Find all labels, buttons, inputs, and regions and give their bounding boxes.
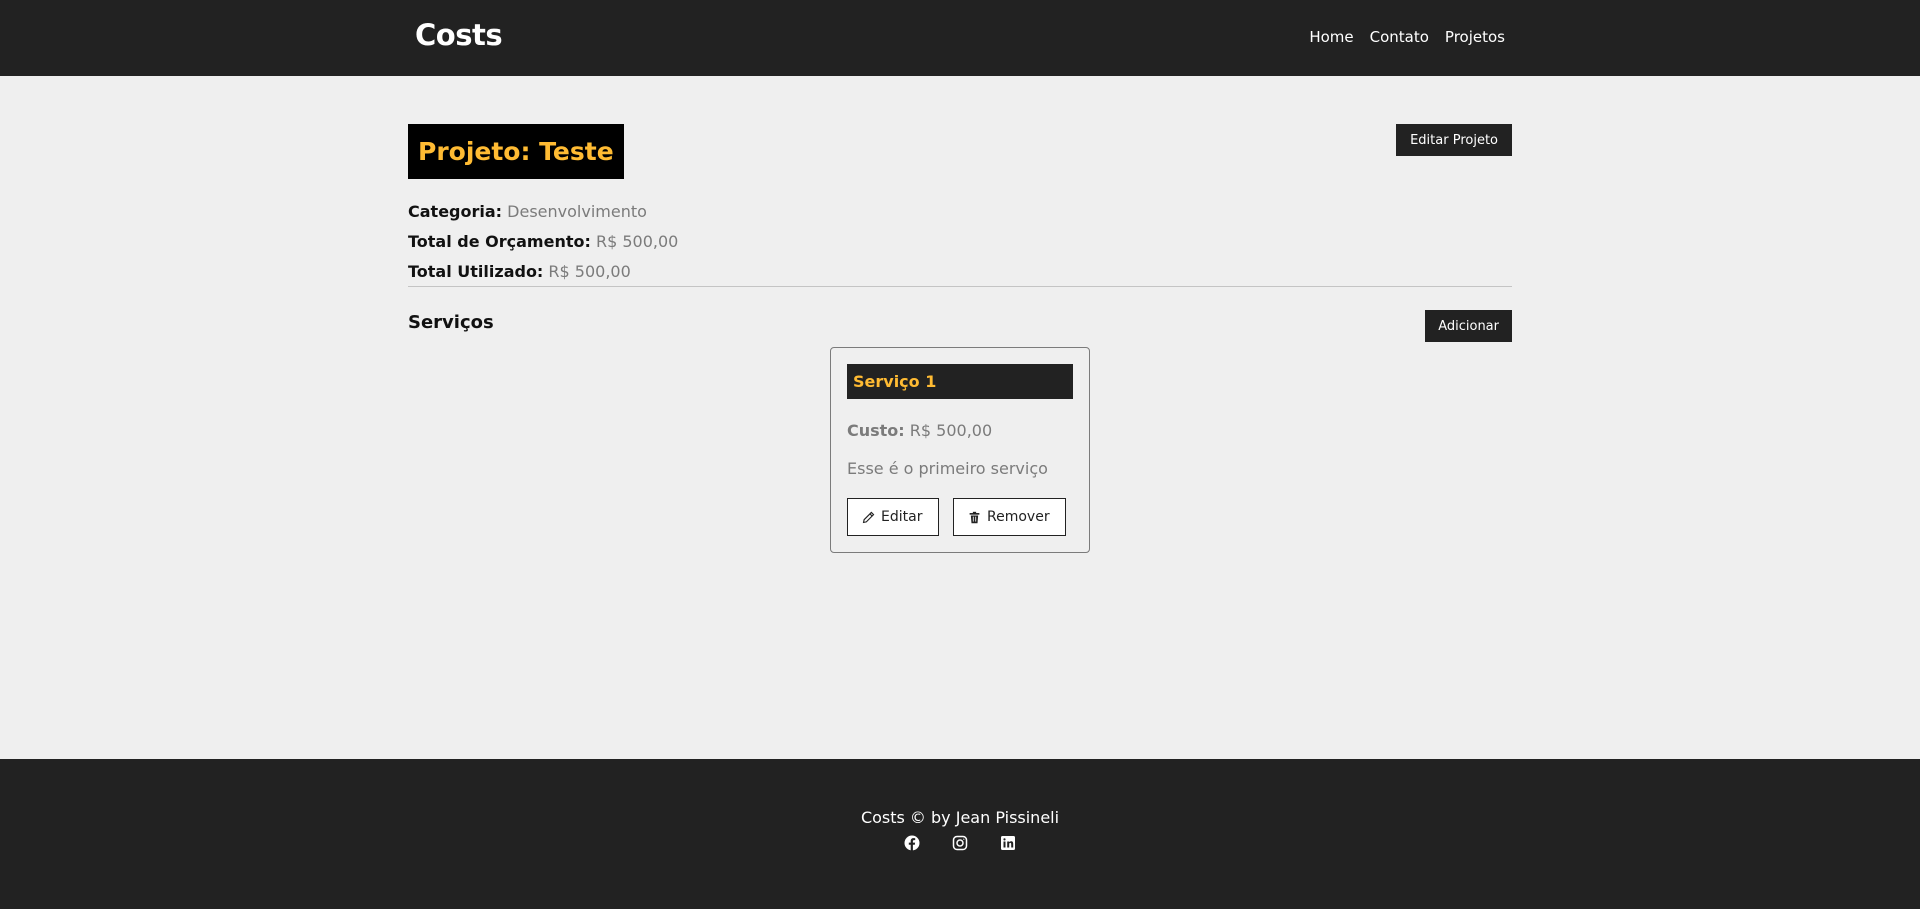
edit-project-button[interactable]: Editar Projeto	[1396, 124, 1512, 156]
category-value: Desenvolvimento	[507, 202, 647, 221]
service-description: Esse é o primeiro serviço	[847, 459, 1048, 478]
project-title-box: Projeto: Teste	[408, 124, 624, 179]
remove-service-label: Remover	[987, 509, 1050, 525]
footer-copyright: Costs © by Jean Pissineli	[860, 808, 1060, 827]
edit-service-label: Editar	[881, 509, 923, 525]
linkedin-icon[interactable]	[1000, 835, 1016, 851]
instagram-icon[interactable]	[952, 835, 968, 851]
divider	[408, 286, 1512, 287]
budget-label: Total de Orçamento:	[408, 232, 591, 251]
category-label: Categoria:	[408, 202, 503, 221]
services-heading: Serviços	[408, 312, 494, 333]
add-service-button[interactable]: Adicionar	[1425, 310, 1512, 342]
budget-row: Total de Orçamento: R$ 500,00	[408, 227, 678, 257]
used-row: Total Utilizado: R$ 500,00	[408, 257, 678, 287]
facebook-icon[interactable]	[904, 835, 920, 851]
service-cost-label: Custo:	[847, 421, 905, 440]
service-card: Serviço 1 Custo: R$ 500,00 Esse é o prim…	[830, 347, 1090, 553]
used-value: R$ 500,00	[548, 262, 631, 281]
category-row: Categoria: Desenvolvimento	[408, 197, 678, 227]
pencil-icon	[862, 511, 875, 523]
project-info: Categoria: Desenvolvimento Total de Orça…	[408, 197, 678, 287]
page-title: Projeto: Teste	[418, 137, 614, 166]
service-cost: Custo: R$ 500,00	[847, 421, 992, 440]
nav-link-contato[interactable]: Contato	[1370, 28, 1429, 46]
budget-value: R$ 500,00	[595, 232, 679, 251]
service-card-title: Serviço 1	[847, 364, 1073, 399]
nav-link-projetos[interactable]: Projetos	[1445, 28, 1505, 46]
brand-logo[interactable]: Costs	[415, 18, 503, 52]
edit-service-button[interactable]: Editar	[847, 498, 939, 536]
navbar: Costs Home Contato Projetos	[0, 0, 1920, 76]
nav-link-home[interactable]: Home	[1309, 28, 1353, 46]
footer: Costs © by Jean Pissineli	[0, 759, 1920, 909]
remove-service-button[interactable]: Remover	[953, 498, 1066, 536]
service-cost-value: R$ 500,00	[909, 421, 993, 440]
used-label: Total Utilizado:	[408, 262, 544, 281]
trash-icon	[969, 511, 980, 523]
social-links	[0, 835, 1920, 851]
nav-links: Home Contato Projetos	[1309, 28, 1505, 46]
